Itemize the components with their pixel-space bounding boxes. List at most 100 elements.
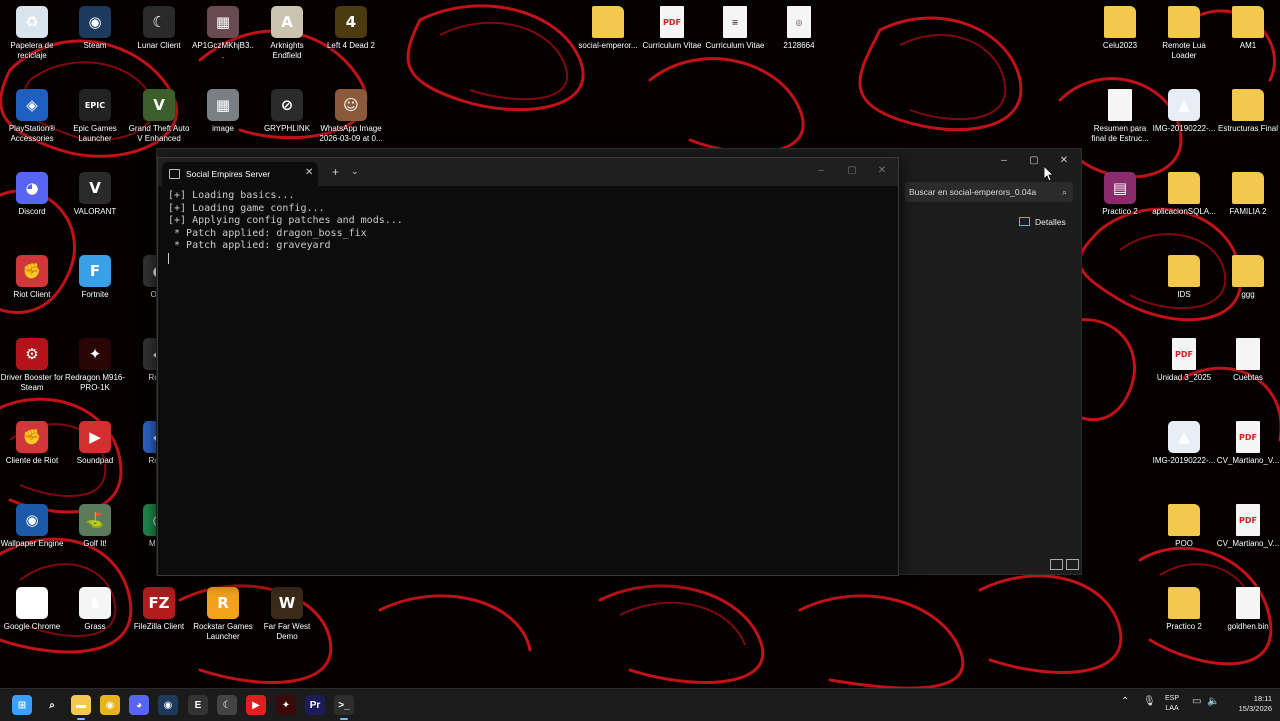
epic-games-icon[interactable]: E: [188, 695, 208, 715]
desktop-icon[interactable]: V VALORANT: [63, 172, 127, 217]
desktop-icon[interactable]: 4 Left 4 Dead 2: [319, 6, 383, 51]
epic-games-icon: EPIC: [79, 89, 111, 121]
desktop-icon[interactable]: PDF CV_Martiano_V...: [1216, 504, 1280, 549]
desktop-icon-label: Rockstar Games Launcher: [193, 622, 253, 641]
details-button[interactable]: Detalles: [1019, 217, 1066, 227]
desktop-icon[interactable]: ◕ Discord: [0, 172, 64, 217]
large-icons-view-icon[interactable]: [1066, 559, 1079, 570]
microphone-icon[interactable]: 🎙: [1143, 696, 1156, 707]
desktop-icon[interactable]: ▦ AP1GczMKhjB3...: [191, 6, 255, 60]
desktop-icon[interactable]: ▦ image: [191, 89, 255, 134]
desktop-icon[interactable]: ⊘ GRYPHLINK: [255, 89, 319, 134]
desktop-icon[interactable]: F Fortnite: [63, 255, 127, 300]
desktop-icon[interactable]: ✊ Cliente de Riot: [0, 421, 64, 466]
desktop-icon[interactable]: ☺ WhatsApp Image 2026-03-09 at 0...: [319, 89, 383, 143]
search-icon[interactable]: ⌕: [42, 695, 62, 715]
desktop-icon[interactable]: FAMILIA 2: [1216, 172, 1280, 217]
terminal-window[interactable]: Social Empires Server ✕ + ⌄ – ▢ ✕ [+] Lo…: [157, 157, 899, 576]
desktop-icon[interactable]: ◎ 2128664: [767, 6, 831, 51]
desktop-icon-label: Fortnite: [81, 290, 109, 299]
desktop-icon[interactable]: ▶ Soundpad: [63, 421, 127, 466]
lunar-client-icon[interactable]: ☾: [217, 695, 237, 715]
desktop-icon[interactable]: ♻ Papelera de reciclaje: [0, 6, 64, 60]
desktop-icon[interactable]: ◉ Steam: [63, 6, 127, 51]
desktop-icon[interactable]: ggg: [1216, 255, 1280, 300]
search-input[interactable]: Buscar en social-emperors_0.04a ⌕: [905, 182, 1073, 202]
new-tab-button[interactable]: +: [332, 166, 339, 178]
youtube-icon[interactable]: ▶: [246, 695, 266, 715]
desktop-icon[interactable]: ✦ Redragon M916-PRO-1K: [63, 338, 127, 392]
terminal-titlebar[interactable]: Social Empires Server ✕ + ⌄ – ▢ ✕: [158, 158, 898, 186]
redragon-icon[interactable]: ✦: [276, 695, 296, 715]
desktop-icon[interactable]: W Far Far West Demo: [255, 587, 319, 641]
terminal-minimize-button[interactable]: –: [806, 165, 836, 176]
clock[interactable]: 18:11 15/3/2026: [1222, 694, 1272, 714]
document-icon: ≡: [723, 6, 747, 38]
chevron-down-icon[interactable]: ⌄: [351, 166, 359, 177]
desktop-icon[interactable]: ⛳ Golf It!: [63, 504, 127, 549]
desktop-icon[interactable]: ◈ PlayStation® Accessories: [0, 89, 64, 143]
desktop-icon[interactable]: ♞ Grass: [63, 587, 127, 632]
tab-close-icon[interactable]: ✕: [305, 167, 313, 178]
desktop-icon-label: IMG-20190222-...: [1152, 456, 1216, 465]
details-view-icon[interactable]: [1050, 559, 1063, 570]
terminal-output[interactable]: [+] Loading basics... [+] Loading game co…: [158, 186, 898, 272]
network-icon[interactable]: ▭: [1192, 696, 1201, 707]
terminal-maximize-button[interactable]: ▢: [837, 165, 867, 176]
terminal-close-button[interactable]: ✕: [867, 165, 897, 176]
desktop-icon[interactable]: ◉ Wallpaper Engine: [0, 504, 64, 549]
desktop-icon[interactable]: Practico 2: [1152, 587, 1216, 632]
rockstar-icon: R: [207, 587, 239, 619]
filezilla-icon: FZ: [143, 587, 175, 619]
desktop-icon[interactable]: PDF CV_Martiano_V...: [1216, 421, 1280, 466]
desktop-icon[interactable]: goldhen.bin: [1216, 587, 1280, 632]
desktop-icon[interactable]: Estructuras Final: [1216, 89, 1280, 134]
desktop-icon-label: Grand Theft Auto V Enhanced: [128, 124, 190, 143]
desktop-icon-label: Driver Booster for Steam: [0, 373, 64, 392]
discord-icon[interactable]: ◕: [129, 695, 149, 715]
language-indicator[interactable]: ESP LAA: [1165, 694, 1179, 714]
desktop-icon-label: Curriculum Vitae: [642, 41, 702, 50]
steam-icon[interactable]: ◉: [158, 695, 178, 715]
desktop-icon[interactable]: Remote Lua Loader: [1152, 6, 1216, 60]
desktop-icon[interactable]: PDF Curriculum Vitae: [640, 6, 704, 51]
tab-social-empires-server[interactable]: Social Empires Server ✕: [162, 162, 318, 186]
desktop-icon[interactable]: Cuebtas: [1216, 338, 1280, 383]
desktop-icon-label: image: [212, 124, 234, 133]
desktop-icon[interactable]: POO: [1152, 504, 1216, 549]
desktop-icon-label: WhatsApp Image 2026-03-09 at 0...: [319, 124, 383, 143]
desktop-icon[interactable]: ◉ Google Chrome: [0, 587, 64, 632]
desktop-icon[interactable]: ▲ IMG-20190222-...: [1152, 421, 1216, 466]
file-explorer-icon[interactable]: ▬: [71, 695, 91, 720]
desktop-icon[interactable]: aplicacionSQLA...: [1152, 172, 1216, 217]
desktop-icon[interactable]: V Grand Theft Auto V Enhanced: [127, 89, 191, 143]
desktop-icon[interactable]: EPIC Epic Games Launcher: [63, 89, 127, 143]
desktop-icon[interactable]: ⚙ Driver Booster for Steam: [0, 338, 64, 392]
volume-icon[interactable]: 🔈: [1207, 696, 1219, 707]
desktop-icon[interactable]: PDF Unidad 3_2025: [1152, 338, 1216, 383]
minimize-button[interactable]: –: [989, 153, 1019, 169]
desktop-icon[interactable]: social-emperor...: [576, 6, 640, 51]
desktop-icon[interactable]: ▤ Practico 2: [1088, 172, 1152, 217]
desktop-icon[interactable]: ▲ IMG-20190222-...: [1152, 89, 1216, 134]
desktop-icon[interactable]: A Arknights Endfield: [255, 6, 319, 60]
premiere-pro-icon[interactable]: Pr: [305, 695, 325, 715]
desktop-icon[interactable]: R Rockstar Games Launcher: [191, 587, 255, 641]
desktop-icon[interactable]: FZ FileZilla Client: [127, 587, 191, 632]
desktop-icon[interactable]: IDS: [1152, 255, 1216, 300]
arknights-icon: A: [271, 6, 303, 38]
desktop-icon-label: POO: [1175, 539, 1193, 548]
chrome-icon[interactable]: ◉: [100, 695, 120, 715]
desktop-icon-label: social-emperor...: [578, 41, 638, 50]
desktop-icon[interactable]: Resumen para final de Estruc...: [1088, 89, 1152, 143]
desktop-icon[interactable]: Celu2023: [1088, 6, 1152, 51]
image-file-icon: ▲: [1168, 89, 1200, 121]
desktop-icon[interactable]: AM1: [1216, 6, 1280, 51]
desktop-icon[interactable]: ≡ Curriculum Vitae: [703, 6, 767, 51]
windows-start-icon[interactable]: ⊞: [12, 695, 32, 715]
chevron-up-icon[interactable]: ⌃: [1121, 696, 1129, 707]
desktop-icon[interactable]: ☾ Lunar Client: [127, 6, 191, 51]
desktop-icon[interactable]: ✊ Riot Client: [0, 255, 64, 300]
terminal-icon[interactable]: >_: [334, 695, 354, 720]
details-label: Detalles: [1035, 217, 1066, 227]
